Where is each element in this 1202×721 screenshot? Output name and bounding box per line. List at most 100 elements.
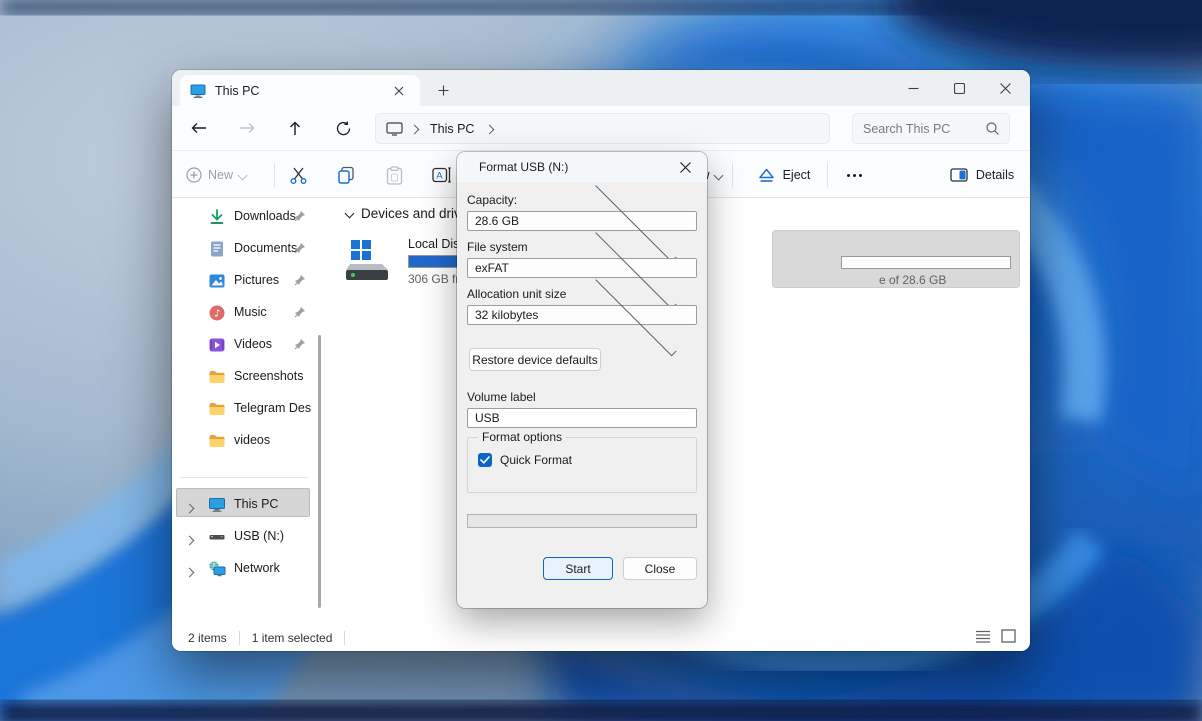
window-controls [890,70,1028,106]
sidebar-item-pictures[interactable]: Pictures [172,266,324,296]
sidebar-item-network[interactable]: Network [172,554,324,584]
eject-button[interactable]: Eject [746,159,822,191]
desktop: This PC [0,0,1202,721]
sidebar-item-telegram-desktop[interactable]: Telegram Desktop [172,394,324,424]
chevron-down-icon [238,170,248,180]
format-options-group: Format options Quick Format [467,437,697,493]
search-box[interactable] [852,113,1010,144]
folder-icon [208,400,226,418]
ellipsis-icon [847,174,862,177]
sidebar-item-screenshots[interactable]: Screenshots [172,362,324,392]
sidebar-item-music[interactable]: ♪ Music [172,298,324,328]
search-input[interactable] [863,122,986,136]
selection-count: 1 item selected [252,631,333,645]
network-icon [208,560,226,578]
icons-view-icon[interactable] [1001,629,1016,643]
back-arrow-icon[interactable] [184,113,214,143]
dialog-title-bar[interactable]: Format USB (N:) [457,152,707,182]
drive-free-space-fragment: e of 28.6 GB [879,273,946,287]
check-icon [480,456,490,464]
items-count: 2 items [188,631,227,645]
navigation-pane: Downloads Documents [172,198,324,624]
rename-icon: A [432,167,452,183]
close-button[interactable]: Close [623,557,697,580]
forward-arrow-icon [232,113,262,143]
maximize-icon[interactable] [936,70,982,106]
breadcrumb-chevron-icon [485,124,495,134]
more-options-button[interactable] [836,159,872,191]
drive-tile-usb[interactable]: e of 28.6 GB [772,230,1020,288]
sidebar-item-videos-folder[interactable]: videos [172,426,324,456]
copy-icon [337,166,355,184]
sidebar-item-downloads[interactable]: Downloads [172,202,324,232]
svg-text:A: A [436,171,443,182]
file-system-select[interactable]: exFAT [467,258,697,278]
minimize-icon[interactable] [890,70,936,106]
pin-icon [294,242,306,254]
pin-icon [294,210,306,222]
chevron-down-icon [595,181,676,262]
new-button[interactable]: New [186,159,252,191]
status-bar: 2 items 1 item selected [172,624,1030,651]
svg-text:♪: ♪ [214,309,220,320]
tab-this-pc[interactable]: This PC [180,75,420,106]
up-arrow-icon[interactable] [280,113,310,143]
cut-button[interactable] [280,159,316,191]
capacity-select[interactable]: 28.6 GB [467,211,697,231]
plus-circle-icon [186,167,202,183]
refresh-icon[interactable] [328,113,358,143]
chevron-down-icon [713,170,723,180]
monitor-icon [190,84,206,98]
chevron-right-icon [185,536,195,546]
close-icon[interactable] [982,70,1028,106]
capacity-label: Capacity: [467,193,517,207]
navigation-bar: This PC [172,106,1030,150]
pin-icon [294,306,306,318]
format-dialog: Format USB (N:) Capacity: 28.6 GB File s… [457,152,707,608]
file-system-label: File system [467,240,528,254]
usb-drive-icon [208,528,226,546]
chevron-down-icon [595,228,676,309]
paste-icon [386,166,403,185]
tab-bar: This PC [172,70,1030,106]
folder-icon [208,368,226,386]
quick-format-checkbox[interactable] [478,453,492,467]
restore-defaults-button[interactable]: Restore device defaults [469,348,601,371]
group-header-devices-and-drives[interactable]: Devices and drives [338,206,475,221]
dialog-title: Format USB (N:) [479,160,568,174]
copy-button[interactable] [328,159,364,191]
new-button-label: New [208,168,233,182]
chevron-down-icon [345,209,355,219]
volume-label-label: Volume label [467,390,536,404]
sidebar-item-usb[interactable]: USB (N:) [172,522,324,552]
tab-close-icon[interactable] [388,80,410,102]
chevron-down-icon [595,275,676,356]
document-icon [208,240,226,258]
pin-icon [294,274,306,286]
volume-label-input[interactable] [467,408,697,428]
details-button[interactable]: Details [942,159,1022,191]
quick-format-label[interactable]: Quick Format [500,453,572,467]
sidebar-item-this-pc[interactable]: This PC [172,490,324,520]
dialog-close-icon[interactable] [671,156,699,178]
videos-icon [208,336,226,354]
sidebar-scrollbar[interactable] [318,335,321,608]
folder-icon [208,432,226,450]
address-bar[interactable]: This PC [375,113,830,144]
allocation-unit-select[interactable]: 32 kilobytes [467,305,697,325]
search-icon [986,122,999,135]
new-tab-icon[interactable] [430,78,456,102]
eject-icon [758,168,775,183]
monitor-icon [208,496,226,514]
list-view-icon[interactable] [975,629,991,643]
sidebar-item-videos[interactable]: Videos [172,330,324,360]
pictures-icon [208,272,226,290]
details-panel-icon [950,168,968,182]
start-button[interactable]: Start [543,557,613,580]
chevron-right-icon [185,568,195,578]
sidebar-item-documents[interactable]: Documents [172,234,324,264]
breadcrumb-location[interactable]: This PC [430,122,474,136]
local-disk-icon [344,234,394,284]
rename-button[interactable]: A [424,159,460,191]
eject-button-label: Eject [783,168,811,182]
